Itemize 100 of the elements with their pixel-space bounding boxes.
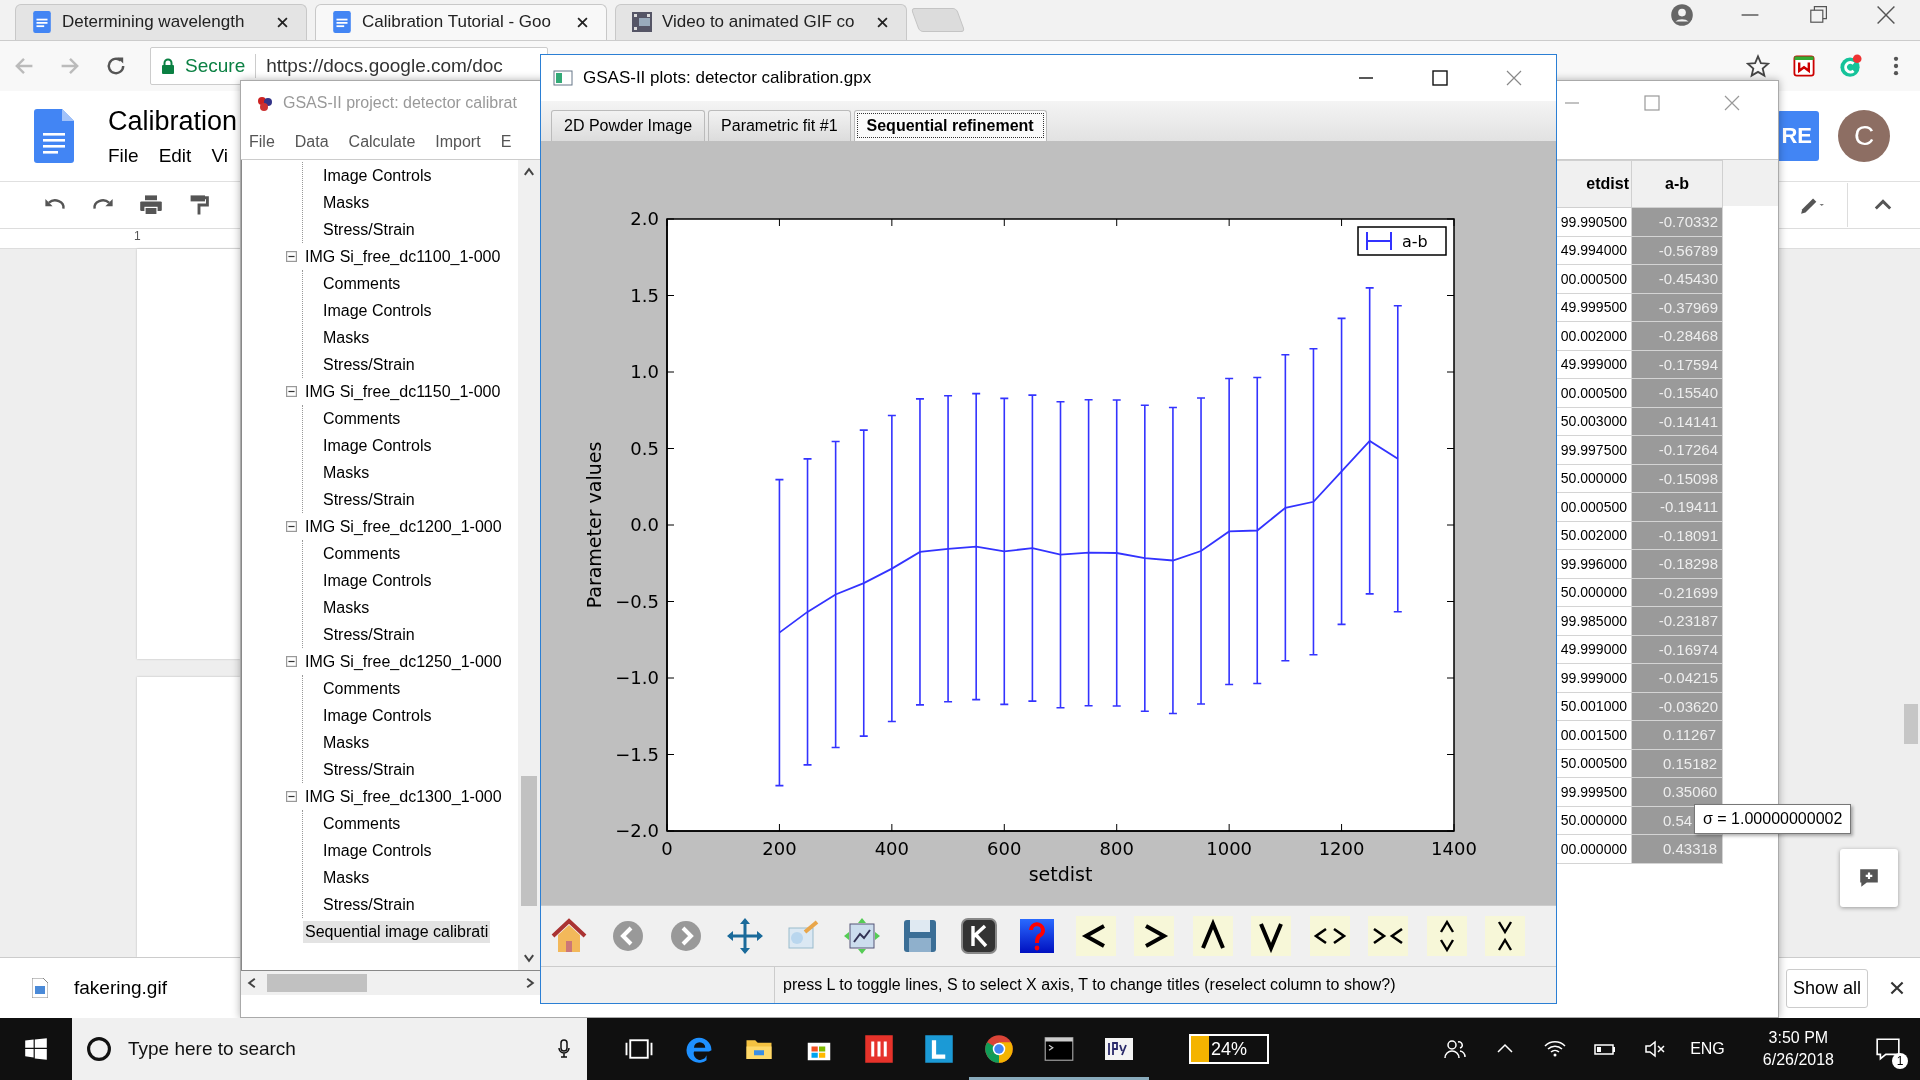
- extension-icon[interactable]: [1838, 53, 1862, 78]
- collapse-icon[interactable]: [286, 251, 297, 262]
- download-item[interactable]: fakering.gif: [74, 977, 167, 1000]
- table-cell: 0.15182: [1631, 749, 1723, 778]
- chevrons-in-icon[interactable]: [1368, 916, 1408, 956]
- collapse-icon[interactable]: [286, 386, 297, 397]
- tick-label: 1.0: [630, 361, 659, 382]
- chevron-up-icon[interactable]: [1192, 916, 1233, 956]
- close-icon[interactable]: [1890, 981, 1904, 996]
- add-comment-button[interactable]: [1840, 849, 1898, 908]
- windows-start-icon[interactable]: [24, 1037, 48, 1061]
- language-indicator[interactable]: ENG: [1690, 1040, 1725, 1058]
- tree-item[interactable]: Comments: [321, 272, 403, 295]
- menu-item[interactable]: Edit: [158, 144, 192, 167]
- tree-item[interactable]: Comments: [321, 677, 403, 700]
- tree-item[interactable]: Image Controls: [321, 299, 434, 322]
- browser-tab[interactable]: Video to animated GIF co: [615, 3, 907, 40]
- microphone-icon[interactable]: [557, 1038, 571, 1060]
- people-icon[interactable]: [1443, 1037, 1468, 1061]
- tree-item[interactable]: Stress/Strain: [321, 488, 417, 511]
- maximize-icon[interactable]: [1430, 68, 1450, 88]
- tree-item[interactable]: Image Controls: [321, 704, 434, 727]
- tree-item[interactable]: IMG Si_free_dc1150_1-000: [303, 380, 503, 403]
- tree-item[interactable]: Masks: [321, 191, 372, 214]
- chevrons-vertical-out-icon[interactable]: [1426, 916, 1467, 956]
- menu-item[interactable]: E: [500, 133, 512, 151]
- close-icon[interactable]: [877, 16, 888, 28]
- collapse-icon[interactable]: [286, 656, 297, 667]
- tab[interactable]: Parametric fit #1: [708, 110, 851, 141]
- menu-item[interactable]: File: [108, 144, 139, 167]
- tree-item[interactable]: Stress/Strain: [321, 893, 417, 916]
- table-cell: 00.000500: [1556, 492, 1632, 521]
- tooltip: σ = 1.00000000002: [1694, 804, 1852, 834]
- tree-item[interactable]: Comments: [321, 542, 403, 565]
- notifications-button[interactable]: 1: [1868, 1029, 1908, 1069]
- tree-item[interactable]: Stress/Strain: [321, 758, 417, 781]
- chevron-right-icon[interactable]: [1134, 916, 1174, 956]
- tree-item[interactable]: Masks: [321, 731, 372, 754]
- tree-item[interactable]: Stress/Strain: [321, 218, 417, 241]
- tree-item[interactable]: Masks: [321, 326, 372, 349]
- help-icon[interactable]: [1017, 916, 1057, 956]
- tree-item[interactable]: Stress/Strain: [321, 623, 417, 646]
- close-icon[interactable]: [277, 16, 288, 28]
- collapse-icon[interactable]: [286, 521, 297, 532]
- avatar[interactable]: C: [1838, 110, 1890, 163]
- scrollbar-thumb[interactable]: [1904, 704, 1918, 745]
- menu-item[interactable]: Data: [294, 133, 329, 151]
- tab[interactable]: 2D Powder Image: [551, 110, 706, 141]
- table-cell: 50.001000: [1556, 692, 1632, 721]
- table-cell: 49.994000: [1556, 236, 1632, 265]
- tree-item[interactable]: Image Controls: [321, 569, 434, 592]
- star-icon[interactable]: [1746, 53, 1770, 78]
- close-icon[interactable]: [577, 16, 588, 28]
- tree-item[interactable]: Comments: [321, 812, 403, 835]
- chevron-left-icon[interactable]: [1075, 916, 1116, 956]
- document-title[interactable]: Calibration: [108, 105, 238, 137]
- tree-item[interactable]: Image Controls: [321, 434, 434, 457]
- collapse-icon[interactable]: [286, 791, 297, 802]
- column-header[interactable]: etdist: [1556, 160, 1632, 208]
- chevrons-out-icon[interactable]: [1309, 916, 1350, 956]
- browser-tab[interactable]: Calibration Tutorial - Goo: [315, 3, 607, 40]
- scrollbar-thumb[interactable]: [521, 776, 537, 906]
- tree-item[interactable]: Stress/Strain: [321, 353, 417, 376]
- tree-item[interactable]: Masks: [321, 596, 372, 619]
- tree-item[interactable]: Sequential image calibrati: [303, 920, 491, 943]
- tree-item[interactable]: Image Controls: [321, 839, 434, 862]
- tree-item[interactable]: IMG Si_free_dc1300_1-000: [303, 785, 504, 808]
- tick-label: 0.0: [630, 514, 659, 535]
- scrollbar-thumb[interactable]: [267, 974, 367, 992]
- address-bar[interactable]: Secure https://docs.google.com/doc: [150, 46, 548, 85]
- tree-item[interactable]: Image Controls: [321, 164, 434, 187]
- axis-title: Parameter values: [583, 441, 605, 609]
- tree-item[interactable]: Masks: [321, 866, 372, 889]
- document-icon: [332, 11, 352, 34]
- table-cell: -0.70332: [1631, 207, 1723, 236]
- profile-icon[interactable]: [1670, 2, 1694, 27]
- tree-item[interactable]: IMG Si_free_dc1250_1-000: [303, 650, 504, 673]
- menu-item[interactable]: Vi: [211, 144, 228, 167]
- column-header[interactable]: a-b: [1631, 160, 1723, 208]
- shield-icon[interactable]: [1792, 53, 1816, 78]
- menu-item[interactable]: File: [249, 133, 275, 151]
- browser-tab[interactable]: Determining wavelength: [15, 3, 307, 40]
- chevrons-vertical-in-icon[interactable]: [1485, 916, 1525, 956]
- battery-meter[interactable]: 24%: [1189, 1034, 1269, 1064]
- tree-item[interactable]: IMG Si_free_dc1200_1-000: [303, 515, 504, 538]
- tick-label: 2.0: [630, 208, 659, 229]
- menu-item[interactable]: Import: [435, 133, 481, 151]
- search-field[interactable]: Type here to search: [72, 1018, 587, 1080]
- chevron-down-icon[interactable]: [1251, 916, 1291, 956]
- share-button[interactable]: RE: [1777, 111, 1819, 162]
- show-all-button[interactable]: Show all: [1785, 968, 1868, 1008]
- k-key-icon[interactable]: [958, 916, 999, 956]
- tree-item[interactable]: Masks: [321, 461, 372, 484]
- clock[interactable]: 3:50 PM 6/26/2018: [1762, 1029, 1834, 1069]
- tree-item[interactable]: IMG Si_free_dc1100_1-000: [303, 245, 503, 268]
- docs-logo-icon: [34, 109, 74, 164]
- tree-item[interactable]: Comments: [321, 407, 403, 430]
- menu-item[interactable]: Calculate: [348, 133, 416, 151]
- tick-label: −1.5: [615, 743, 659, 765]
- tab[interactable]: Sequential refinement: [853, 110, 1047, 141]
